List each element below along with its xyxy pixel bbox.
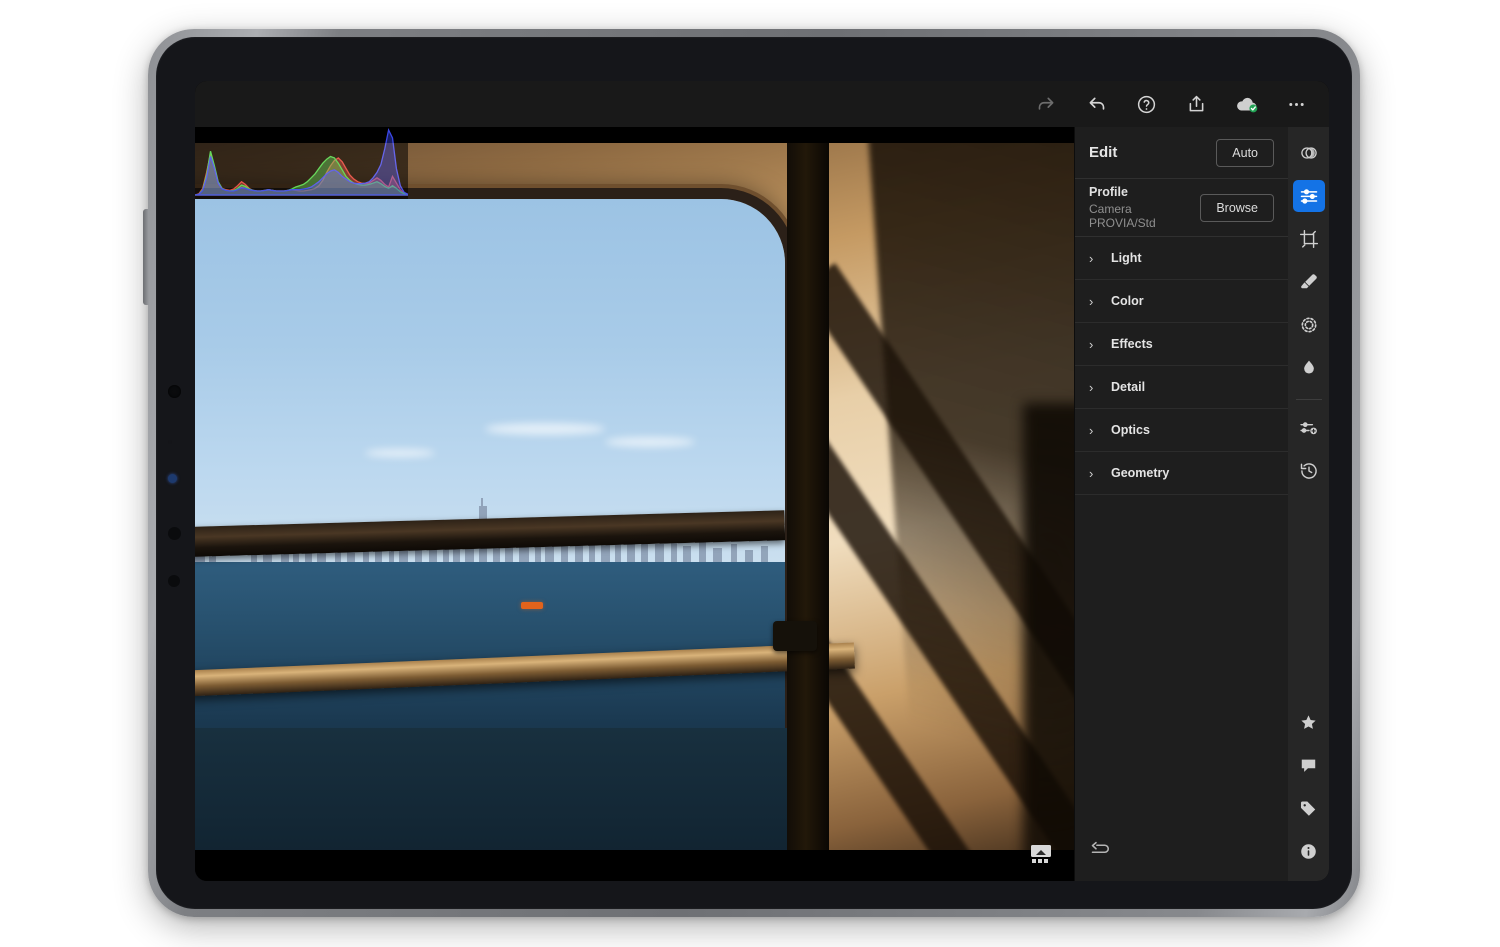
- window-latch: [773, 621, 817, 651]
- chevron-right-icon: ›: [1089, 381, 1097, 394]
- filmstrip-toggle[interactable]: [1028, 843, 1054, 865]
- browse-profiles-button[interactable]: Browse: [1200, 194, 1274, 222]
- section-light[interactable]: › Light: [1075, 237, 1288, 280]
- section-geometry[interactable]: › Geometry: [1075, 452, 1288, 495]
- profile-label: Profile: [1089, 185, 1200, 199]
- tag-icon[interactable]: [1293, 792, 1325, 824]
- profile-value: Camera PROVIA/Std: [1089, 202, 1200, 230]
- histogram-overlay[interactable]: [195, 127, 408, 199]
- window-post: [787, 143, 829, 850]
- redo-icon[interactable]: [1034, 92, 1059, 117]
- chevron-right-icon: ›: [1089, 338, 1097, 351]
- chevron-right-icon: ›: [1089, 424, 1097, 437]
- profile-row[interactable]: Profile Camera PROVIA/Std Browse: [1075, 179, 1288, 237]
- panel-title: Edit: [1089, 144, 1117, 161]
- cloud-synced-icon[interactable]: [1234, 92, 1259, 117]
- chevron-right-icon: ›: [1089, 252, 1097, 265]
- tool-rail: [1288, 127, 1329, 881]
- info-icon[interactable]: [1293, 835, 1325, 867]
- section-label: Detail: [1111, 380, 1145, 394]
- wall-shadow-corner: [1023, 403, 1074, 850]
- edit-sliders-icon[interactable]: [1293, 180, 1325, 212]
- edited-photo: [195, 143, 1074, 850]
- section-label: Effects: [1111, 337, 1153, 351]
- mask-icon[interactable]: [1293, 309, 1325, 341]
- water-lower: [195, 728, 805, 850]
- rail-divider: [1296, 399, 1322, 400]
- top-toolbar: [195, 81, 1329, 127]
- histogram-chart: [195, 127, 408, 199]
- section-effects[interactable]: › Effects: [1075, 323, 1288, 366]
- volume-button[interactable]: [143, 209, 149, 305]
- chevron-right-icon: ›: [1089, 295, 1097, 308]
- cloud: [485, 423, 605, 435]
- ambient-sensor-icon: [168, 440, 172, 444]
- history-icon[interactable]: [1293, 455, 1325, 487]
- section-label: Geometry: [1111, 466, 1169, 480]
- chevron-right-icon: ›: [1089, 467, 1097, 480]
- section-label: Optics: [1111, 423, 1150, 437]
- cloud: [605, 437, 695, 447]
- tablet-device: Edit Auto Profile Camera PROVIA/Std Brow…: [148, 29, 1360, 917]
- comment-icon[interactable]: [1293, 749, 1325, 781]
- section-color[interactable]: › Color: [1075, 280, 1288, 323]
- edit-panel: Edit Auto Profile Camera PROVIA/Std Brow…: [1074, 127, 1288, 881]
- star-icon[interactable]: [1293, 706, 1325, 738]
- blur-icon[interactable]: [1293, 352, 1325, 384]
- depth-sensor-icon: [168, 527, 181, 540]
- more-icon[interactable]: [1284, 92, 1309, 117]
- section-label: Light: [1111, 251, 1142, 265]
- versions-icon[interactable]: [1293, 412, 1325, 444]
- section-label: Color: [1111, 294, 1144, 308]
- crop-icon[interactable]: [1293, 223, 1325, 255]
- presets-icon[interactable]: [1293, 137, 1325, 169]
- reset-button[interactable]: [1089, 840, 1110, 866]
- photo-canvas[interactable]: [195, 127, 1074, 881]
- status-led-icon: [168, 474, 177, 483]
- auto-button[interactable]: Auto: [1216, 139, 1274, 167]
- share-icon[interactable]: [1184, 92, 1209, 117]
- help-icon[interactable]: [1134, 92, 1159, 117]
- section-optics[interactable]: › Optics: [1075, 409, 1288, 452]
- undo-icon[interactable]: [1084, 92, 1109, 117]
- device-bezel: Edit Auto Profile Camera PROVIA/Std Brow…: [156, 37, 1352, 909]
- section-detail[interactable]: › Detail: [1075, 366, 1288, 409]
- panel-header: Edit Auto: [1075, 127, 1288, 179]
- cloud: [365, 449, 435, 457]
- dot-projector-icon: [168, 575, 180, 587]
- front-camera-icon: [168, 385, 181, 398]
- ferry-window: [195, 199, 785, 784]
- panel-footer: [1075, 825, 1288, 881]
- app-screen: Edit Auto Profile Camera PROVIA/Std Brow…: [195, 81, 1329, 881]
- ferry-boat: [521, 602, 543, 609]
- heal-icon[interactable]: [1293, 266, 1325, 298]
